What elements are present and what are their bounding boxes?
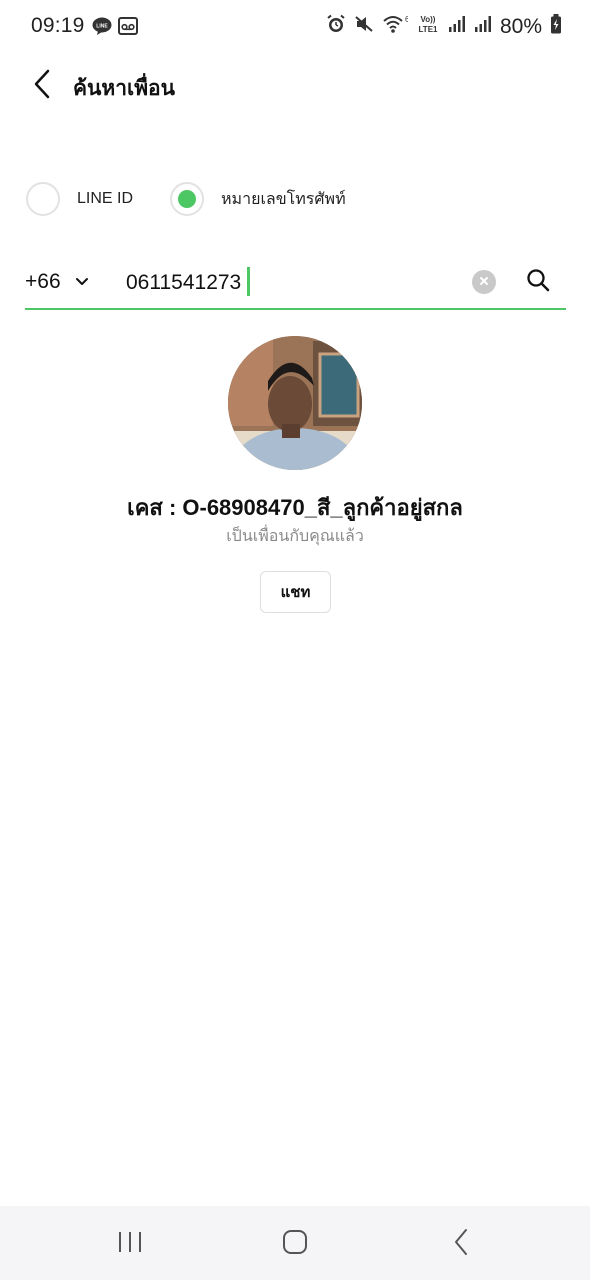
- line-notification-icon: LINE: [92, 17, 112, 40]
- text-cursor: [247, 267, 250, 296]
- phone-number-input[interactable]: [126, 266, 456, 300]
- voicemail-icon: [118, 17, 138, 40]
- volte-icon: Vo)) LTE1: [416, 14, 440, 39]
- status-time: 09:19: [31, 14, 85, 37]
- svg-text:6: 6: [405, 15, 408, 24]
- signal-icon: [448, 15, 466, 38]
- svg-text:LINE: LINE: [96, 24, 108, 30]
- svg-text:LTE1: LTE1: [418, 25, 438, 34]
- svg-text:Vo)): Vo)): [420, 15, 435, 24]
- radio-label-line-id: LINE ID: [77, 190, 134, 207]
- home-icon: [282, 1229, 308, 1260]
- search-type-selector: LINE ID หมายเลขโทรศัพท์: [0, 176, 590, 222]
- chevron-down-icon: [75, 277, 89, 287]
- radio-line-id[interactable]: LINE ID: [26, 176, 133, 222]
- mute-icon: [354, 14, 374, 39]
- back-nav-button[interactable]: [441, 1228, 481, 1260]
- search-icon: [526, 268, 550, 297]
- battery-charging-icon: [550, 14, 562, 39]
- phone-search-bar: +66: [25, 258, 566, 310]
- profile-photo: [228, 336, 362, 470]
- radio-label-phone-number: หมายเลขโทรศัพท์: [221, 190, 346, 208]
- battery-percent: 80%: [499, 14, 542, 38]
- chat-button[interactable]: แชท: [260, 571, 331, 613]
- recent-apps-button[interactable]: [110, 1228, 150, 1260]
- back-button[interactable]: [24, 68, 60, 104]
- chevron-left-icon: [453, 1228, 469, 1261]
- country-code-value: +66: [25, 270, 61, 293]
- chevron-left-icon: [32, 69, 52, 104]
- wifi-icon: 6: [382, 14, 410, 39]
- friend-status: เป็นเพื่อนกับคุณแล้ว: [226, 528, 364, 545]
- signal-icon: [474, 15, 492, 38]
- clear-button[interactable]: [472, 270, 496, 294]
- alarm-icon: [326, 14, 346, 39]
- radio-phone-number[interactable]: หมายเลขโทรศัพท์: [170, 176, 346, 222]
- app-header: ค้นหาเพื่อน: [0, 56, 590, 116]
- system-navigation-bar: [0, 1206, 590, 1280]
- close-icon: [479, 273, 489, 291]
- country-code-selector[interactable]: +66: [25, 270, 89, 294]
- recent-apps-icon: [117, 1230, 143, 1259]
- profile-name: เคส : O-68908470_สี_ลูกค้าอยู่สกล: [127, 495, 463, 520]
- radio-unselected-icon: [26, 182, 60, 216]
- avatar[interactable]: [228, 336, 362, 470]
- radio-selected-icon: [170, 182, 204, 216]
- home-button[interactable]: [275, 1228, 315, 1260]
- page-title: ค้นหาเพื่อน: [73, 77, 176, 100]
- search-button[interactable]: [524, 268, 552, 296]
- status-bar: 09:19 LINE 6 Vo)) LTE1 80%: [0, 0, 590, 56]
